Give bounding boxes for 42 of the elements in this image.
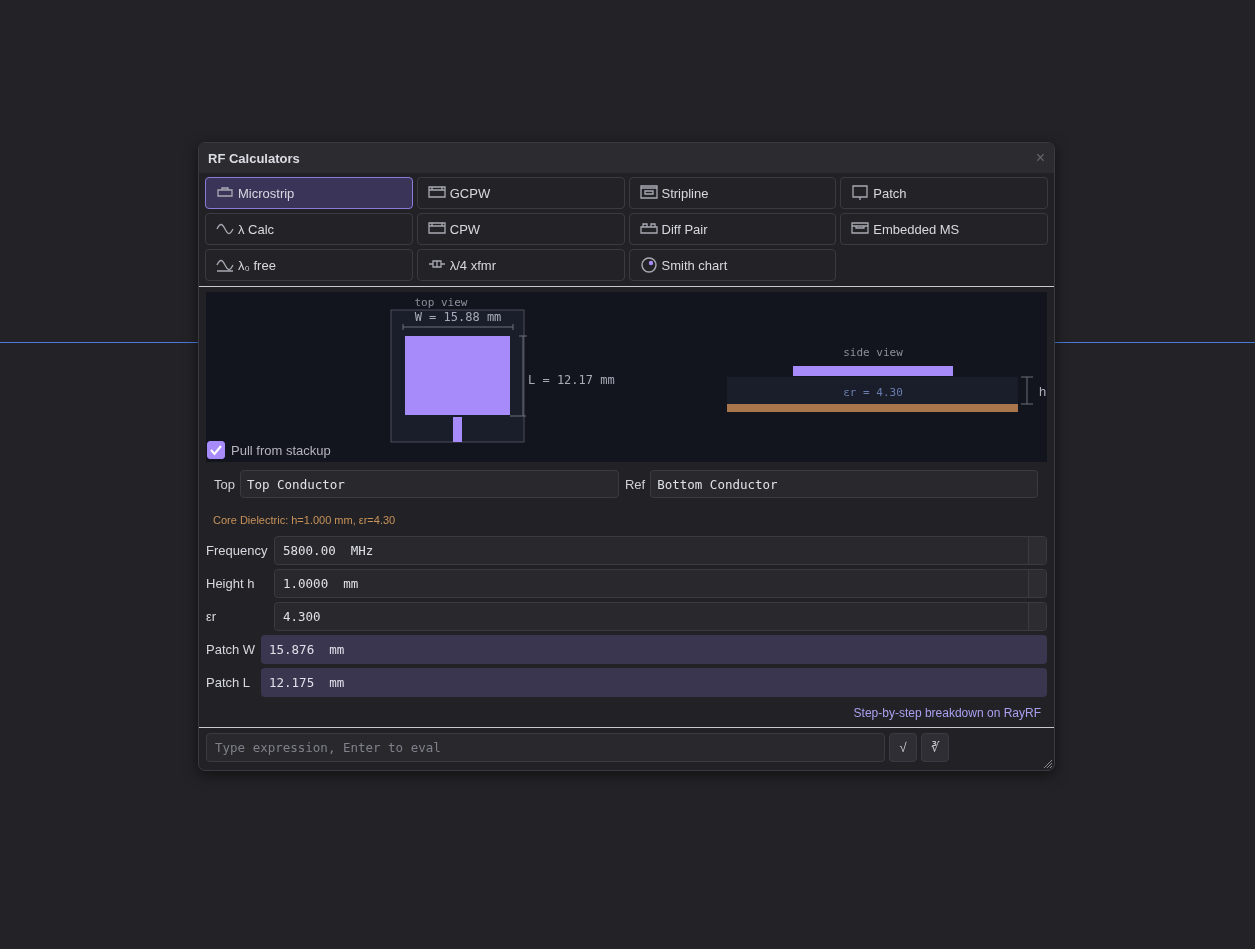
window-title: RF Calculators bbox=[208, 150, 300, 166]
stackup-note: Core Dielectric: h=1.000 mm, εr=4.30 bbox=[212, 513, 397, 526]
parameter-field[interactable]: 5800.00 MHz bbox=[274, 536, 1047, 565]
breakdown-link[interactable]: Step-by-step breakdown on RayRF bbox=[853, 706, 1041, 723]
calculator-tab[interactable]: Microstrip bbox=[205, 177, 413, 209]
math-button[interactable]: √ bbox=[889, 733, 917, 762]
result-field: 15.876 mm bbox=[261, 635, 1047, 664]
parameter-label: Frequency bbox=[206, 543, 269, 558]
view-title: top view bbox=[414, 296, 468, 309]
parameter-field[interactable]: 1.0000 mm bbox=[274, 569, 1047, 598]
calculator-tab[interactable]: λ Calc bbox=[205, 213, 413, 245]
permittivity-label: εr = 4.30 bbox=[843, 386, 903, 399]
calculator-tab[interactable]: Embedded MS bbox=[840, 213, 1048, 245]
calculator-tab[interactable]: Stripline bbox=[628, 177, 837, 209]
calculator-tab[interactable]: Smith chart bbox=[628, 249, 837, 281]
resize-grip-icon[interactable] bbox=[1041, 757, 1053, 769]
calculator-tab[interactable]: Diff Pair bbox=[628, 213, 837, 245]
width-label: W = 15.88 mm bbox=[414, 310, 502, 324]
parameter-label: εr bbox=[206, 609, 218, 624]
parameter-label: Height h bbox=[206, 576, 256, 591]
parameter-label: Patch L bbox=[206, 675, 252, 690]
calculator-tab[interactable]: λ/4 xfmr bbox=[416, 249, 625, 281]
checkbox-label: Pull from stackup bbox=[231, 442, 331, 458]
calculator-tab[interactable]: CPW bbox=[416, 213, 625, 245]
layer-select[interactable]: Bottom Conductor bbox=[650, 470, 1038, 498]
calculator-tab[interactable]: Patch bbox=[840, 177, 1048, 209]
length-label: L = 12.17 mm bbox=[528, 373, 615, 387]
parameter-field[interactable]: 4.300 bbox=[274, 602, 1047, 631]
view-title: side view bbox=[843, 346, 903, 359]
height-label: h bbox=[1039, 384, 1047, 399]
expression-field[interactable]: Type expression, Enter to eval bbox=[206, 733, 885, 762]
layer-select[interactable]: Top Conductor bbox=[239, 470, 619, 498]
height-dimension bbox=[1020, 376, 1034, 405]
checkbox[interactable] bbox=[207, 441, 225, 459]
calculator-tab[interactable]: λ₀ free bbox=[205, 249, 413, 281]
parameter-label: Patch W bbox=[206, 642, 257, 657]
circle-icon bbox=[639, 256, 658, 274]
result-field: 12.175 mm bbox=[261, 668, 1047, 697]
calculator-tab[interactable]: GCPW bbox=[416, 177, 625, 209]
math-button[interactable]: ∛ bbox=[921, 733, 949, 762]
layer-label: Top bbox=[214, 476, 235, 492]
layer-label: Ref bbox=[624, 476, 646, 492]
